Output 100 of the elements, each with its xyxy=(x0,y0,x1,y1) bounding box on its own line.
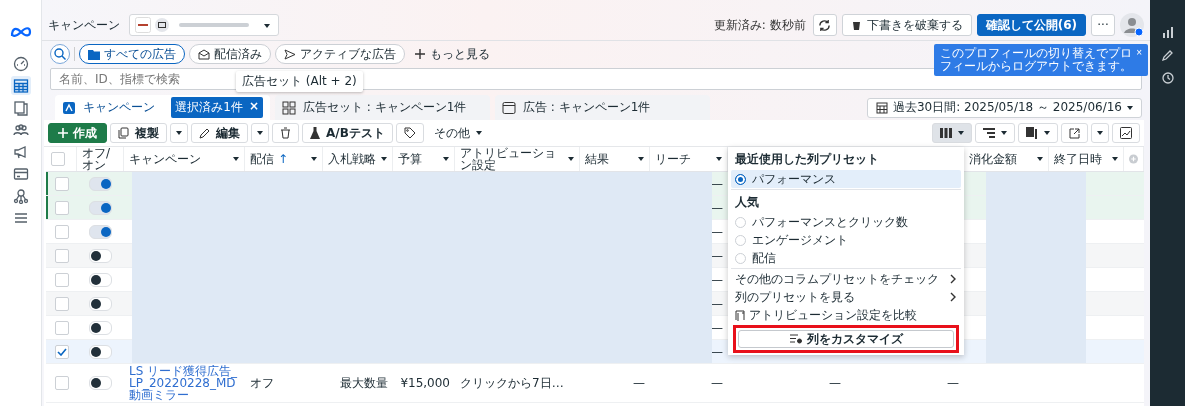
search-icon xyxy=(54,48,66,60)
tag-icon xyxy=(403,127,416,139)
caret-icon[interactable] xyxy=(716,157,722,161)
breakdown-button[interactable] xyxy=(975,123,1015,143)
bar-chart-icon[interactable] xyxy=(1161,26,1174,38)
preset-option[interactable]: 配信 xyxy=(752,249,776,267)
column-header[interactable]: 予算 xyxy=(398,153,422,165)
column-header[interactable]: 入札戦略 xyxy=(328,153,376,165)
preset-option[interactable]: パフォーマンスとクリック数 xyxy=(752,213,908,231)
refresh-button[interactable] xyxy=(812,14,837,36)
row-checkbox[interactable] xyxy=(54,320,69,335)
columns-button[interactable] xyxy=(932,123,972,143)
menu-item[interactable]: 列のプリセットを見る xyxy=(735,288,946,306)
folder-icon xyxy=(88,48,100,60)
column-header[interactable]: 配信 ↑ xyxy=(250,153,289,165)
clock-icon[interactable] xyxy=(1161,72,1174,84)
tab[interactable]: キャンペーン 選択済み1件 × xyxy=(55,95,270,120)
delete-button[interactable] xyxy=(272,123,299,143)
campaign-link[interactable]: LS リード獲得広告_LP_20220228_MD動画ミラー xyxy=(129,365,240,401)
table-cell: — xyxy=(711,225,723,238)
selection-badge[interactable]: 選択済み1件 × xyxy=(171,97,263,118)
dropdown-button[interactable] xyxy=(170,123,188,143)
toggle-switch[interactable] xyxy=(89,176,112,191)
customize-columns-button[interactable]: 列をカスタマイズ xyxy=(738,330,954,348)
edit-button[interactable]: 編集 xyxy=(191,123,248,143)
toggle-switch[interactable] xyxy=(89,376,112,390)
radio-button[interactable] xyxy=(735,173,746,185)
row-checkbox[interactable] xyxy=(54,376,69,390)
tab-label[interactable]: 広告セット : キャンペーン1件 xyxy=(303,99,483,116)
grid-icon xyxy=(282,100,296,115)
trash-icon xyxy=(850,19,862,31)
search-button[interactable] xyxy=(50,44,70,64)
caret-icon[interactable] xyxy=(1112,157,1118,161)
tab-label[interactable]: 広告 : キャンペーン1件 xyxy=(523,99,703,116)
tab[interactable]: 広告セット : キャンペーン1件 xyxy=(275,95,490,120)
table-cell: — xyxy=(947,377,959,389)
reports-button[interactable] xyxy=(1018,123,1058,143)
select-all-checkbox[interactable] xyxy=(51,152,65,166)
menu-item[interactable]: アトリビューション設定を比較 xyxy=(749,306,957,324)
pages-icon xyxy=(12,99,29,116)
more-button[interactable]: ··· xyxy=(1091,14,1115,36)
filter-chip[interactable]: 配信済み xyxy=(189,44,271,64)
clear-button[interactable]: × xyxy=(248,99,259,116)
discard-draft-button[interactable]: 下書きを破棄する xyxy=(841,14,972,36)
close-button[interactable]: × xyxy=(1136,47,1142,59)
caret-icon[interactable] xyxy=(381,157,387,161)
menu-item[interactable]: その他のコラムプリセットをチェック xyxy=(735,270,946,288)
window-icon xyxy=(502,100,516,115)
toggle-switch[interactable] xyxy=(89,344,112,359)
table-cell: — xyxy=(711,345,723,358)
export-icon xyxy=(1069,127,1080,139)
chart-button[interactable] xyxy=(1112,123,1140,143)
tag-button[interactable] xyxy=(395,123,424,143)
row-checkbox[interactable] xyxy=(54,200,69,215)
preset-option[interactable]: エンゲージメント xyxy=(752,231,848,249)
column-header[interactable]: 終了日時 xyxy=(1054,153,1102,165)
caret-icon[interactable] xyxy=(443,157,449,161)
column-header[interactable]: アトリビューション設定 xyxy=(460,147,565,171)
caret-icon[interactable] xyxy=(568,157,574,161)
column-header[interactable]: キャンペーン xyxy=(129,153,201,165)
avatar-icon[interactable] xyxy=(1120,13,1144,37)
publish-button[interactable]: 確認して公開(6) xyxy=(976,14,1086,36)
caret-icon[interactable] xyxy=(1037,157,1043,161)
toggle-switch[interactable] xyxy=(89,272,112,287)
filter-chip[interactable]: すべての広告 xyxy=(79,44,185,64)
account-logo xyxy=(135,17,151,33)
pencil-icon[interactable] xyxy=(1161,49,1174,61)
toggle-switch[interactable] xyxy=(89,320,112,335)
caret-icon[interactable] xyxy=(638,157,644,161)
tab-label[interactable]: キャンペーン xyxy=(83,99,165,116)
account-icon xyxy=(155,18,169,32)
caret-icon[interactable] xyxy=(233,157,239,161)
meta-logo[interactable] xyxy=(9,26,32,38)
row-checkbox[interactable] xyxy=(54,344,69,359)
create-button[interactable]: 作成 xyxy=(48,123,107,143)
row-checkbox[interactable] xyxy=(54,296,69,311)
toggle-switch[interactable] xyxy=(89,224,112,239)
dropdown-button[interactable] xyxy=(1091,123,1109,143)
column-header[interactable]: リーチ xyxy=(655,153,691,165)
nav-button[interactable] xyxy=(10,76,31,95)
toggle-switch[interactable] xyxy=(89,248,112,263)
more-filters-button[interactable]: もっと見る xyxy=(409,44,496,64)
duplicate-button[interactable]: 複製 xyxy=(110,123,167,143)
filter-chip[interactable]: アクティブな広告 xyxy=(275,44,405,64)
row-checkbox[interactable] xyxy=(54,224,69,239)
calendar-icon xyxy=(875,101,888,114)
toggle-switch[interactable] xyxy=(89,296,112,311)
ab-test-button[interactable]: A/Bテスト xyxy=(302,123,393,143)
row-checkbox[interactable] xyxy=(54,176,69,191)
toggle-switch[interactable] xyxy=(89,200,112,215)
row-checkbox[interactable] xyxy=(54,248,69,263)
table-cell: ¥15,000 xyxy=(400,377,450,389)
dropdown-button[interactable] xyxy=(251,123,269,143)
column-header[interactable]: 結果 xyxy=(585,153,609,165)
caret-icon[interactable] xyxy=(311,157,317,161)
row-checkbox[interactable] xyxy=(54,272,69,287)
date-range-button[interactable]: 過去30日間: 2025/05/18 ～ 2025/06/16 xyxy=(866,97,1142,118)
column-header[interactable]: 消化金額 xyxy=(969,153,1017,165)
breakdown-icon xyxy=(983,128,995,138)
tab[interactable]: 広告 : キャンペーン1件 xyxy=(495,95,710,120)
